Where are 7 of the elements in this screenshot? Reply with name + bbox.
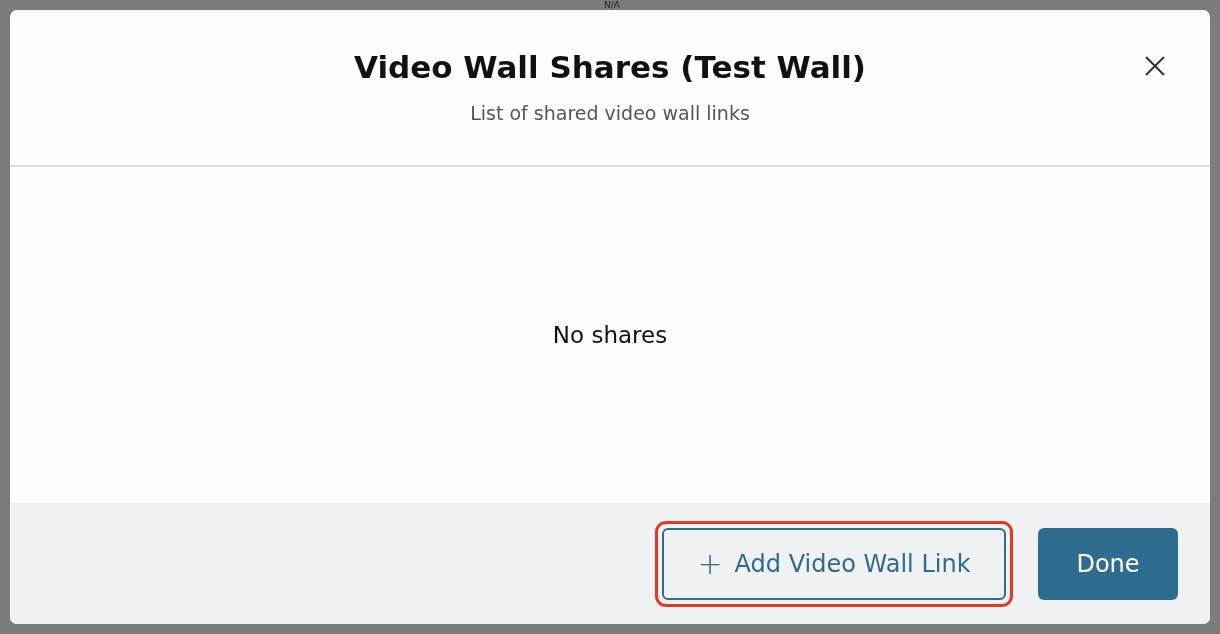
cell-text: N/A	[604, 0, 620, 10]
close-icon[interactable]	[1145, 56, 1165, 76]
dialog-subtitle: List of shared video wall links	[470, 101, 750, 126]
empty-message: No shares	[552, 322, 668, 348]
done-button[interactable]: Done	[1038, 527, 1178, 600]
dialog-title: Video Wall Shares (Test Wall)	[354, 48, 866, 87]
add-link-button[interactable]: + Add Video Wall Link	[662, 527, 1006, 600]
